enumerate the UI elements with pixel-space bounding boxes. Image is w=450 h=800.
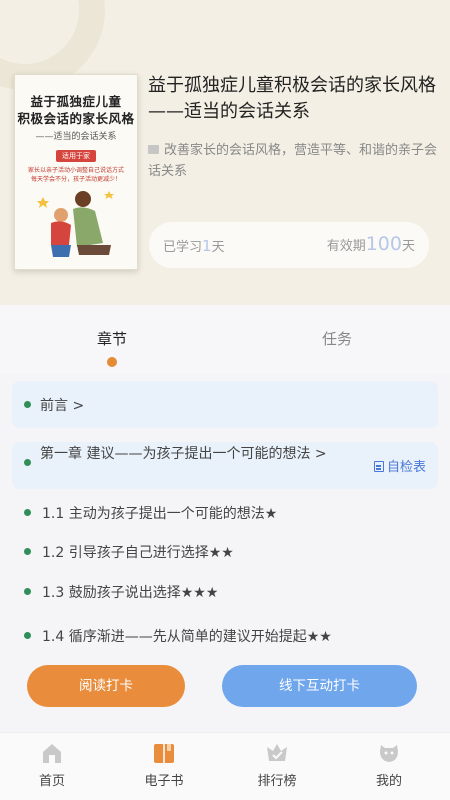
book-header: 益于孤独症儿童 积极会话的家长风格 ——适当的会话关系 适用于家 家长以亲子活动… xyxy=(0,0,450,305)
offline-interaction-checkin-button[interactable]: 线下互动打卡 xyxy=(222,665,417,707)
studied-days: 已学习1天 xyxy=(163,237,225,255)
nav-mine[interactable]: 我的 xyxy=(354,741,424,789)
status-dot xyxy=(24,588,31,595)
cover-badge: 适用于家 xyxy=(56,150,96,162)
tag-icon xyxy=(148,145,159,154)
book-title: 益于孤独症儿童积极会话的家长风格——适当的会话关系 xyxy=(148,75,436,122)
status-dot xyxy=(24,401,31,408)
lesson-item[interactable]: 1.2 引导孩子自己进行选择★★ xyxy=(0,537,450,567)
lesson-label: 1.4 循序渐进——先从简单的建议开始提起★★ xyxy=(42,629,332,645)
lesson-item[interactable]: 1.3 鼓励孩子说出选择★★★ xyxy=(0,577,450,607)
preface-label: 前言 > xyxy=(40,398,85,414)
lesson-label: 1.3 鼓励孩子说出选择★★★ xyxy=(42,585,219,601)
ranking-icon xyxy=(267,744,287,761)
book-cover[interactable]: 益于孤独症儿童 积极会话的家长风格 ——适当的会话关系 适用于家 家长以亲子活动… xyxy=(14,74,138,270)
nav-home-label: 首页 xyxy=(38,774,65,789)
cover-title: 益于孤独症儿童 积极会话的家长风格 xyxy=(17,94,135,126)
tab-chapters[interactable]: 章节 xyxy=(97,328,127,349)
lesson-label: 1.2 引导孩子自己进行选择★★ xyxy=(42,545,234,561)
content-tabs: 章节 任务 xyxy=(0,305,450,375)
ebook-icon xyxy=(154,744,174,763)
nav-ebook-label: 电子书 xyxy=(144,774,184,789)
status-dot xyxy=(24,632,31,639)
parent-child-illustration xyxy=(37,191,114,257)
lesson-item[interactable]: 1.4 循序渐进——先从简单的建议开始提起★★ xyxy=(0,621,450,651)
status-dot xyxy=(24,509,31,516)
home-icon xyxy=(43,744,61,763)
self-check-button[interactable]: 自检表 xyxy=(373,456,426,475)
active-tab-indicator xyxy=(107,357,117,367)
bottom-navigation: 首页 电子书 排行榜 我的 xyxy=(0,732,450,800)
nav-ranking[interactable]: 排行榜 xyxy=(242,741,312,789)
nav-home[interactable]: 首页 xyxy=(17,741,87,789)
status-dot xyxy=(24,548,31,555)
tab-tasks[interactable]: 任务 xyxy=(322,328,352,349)
study-progress-box: 已学习1天 有效期100天 xyxy=(149,222,429,268)
nav-ebook[interactable]: 电子书 xyxy=(129,741,199,789)
validity-days: 有效期100天 xyxy=(326,233,415,255)
cover-subtitle: ——适当的会话关系 xyxy=(35,132,117,142)
lesson-label: 1.1 主动为孩子提出一个可能的想法★ xyxy=(42,506,278,522)
chapter-1-label: 第一章 建议——为孩子提出一个可能的想法 > xyxy=(40,446,327,462)
read-checkin-button[interactable]: 阅读打卡 xyxy=(27,665,185,707)
preface-item[interactable]: 前言 > xyxy=(12,381,438,428)
nav-mine-label: 我的 xyxy=(375,774,402,789)
nav-ranking-label: 排行榜 xyxy=(257,774,297,789)
document-icon xyxy=(373,461,384,472)
chapter-1-item[interactable]: 第一章 建议——为孩子提出一个可能的想法 > 自检表 xyxy=(12,442,438,489)
lesson-item[interactable]: 1.1 主动为孩子提出一个可能的想法★ xyxy=(0,498,450,528)
book-description: 改善家长的会话风格，营造平等、和谐的亲子会话关系 xyxy=(148,143,438,179)
status-dot xyxy=(24,459,31,466)
profile-icon xyxy=(380,745,398,762)
cover-description: 家长以亲子活动小调整自己说话方式 每天学会不分，孩子活动更减少！ xyxy=(27,167,124,183)
